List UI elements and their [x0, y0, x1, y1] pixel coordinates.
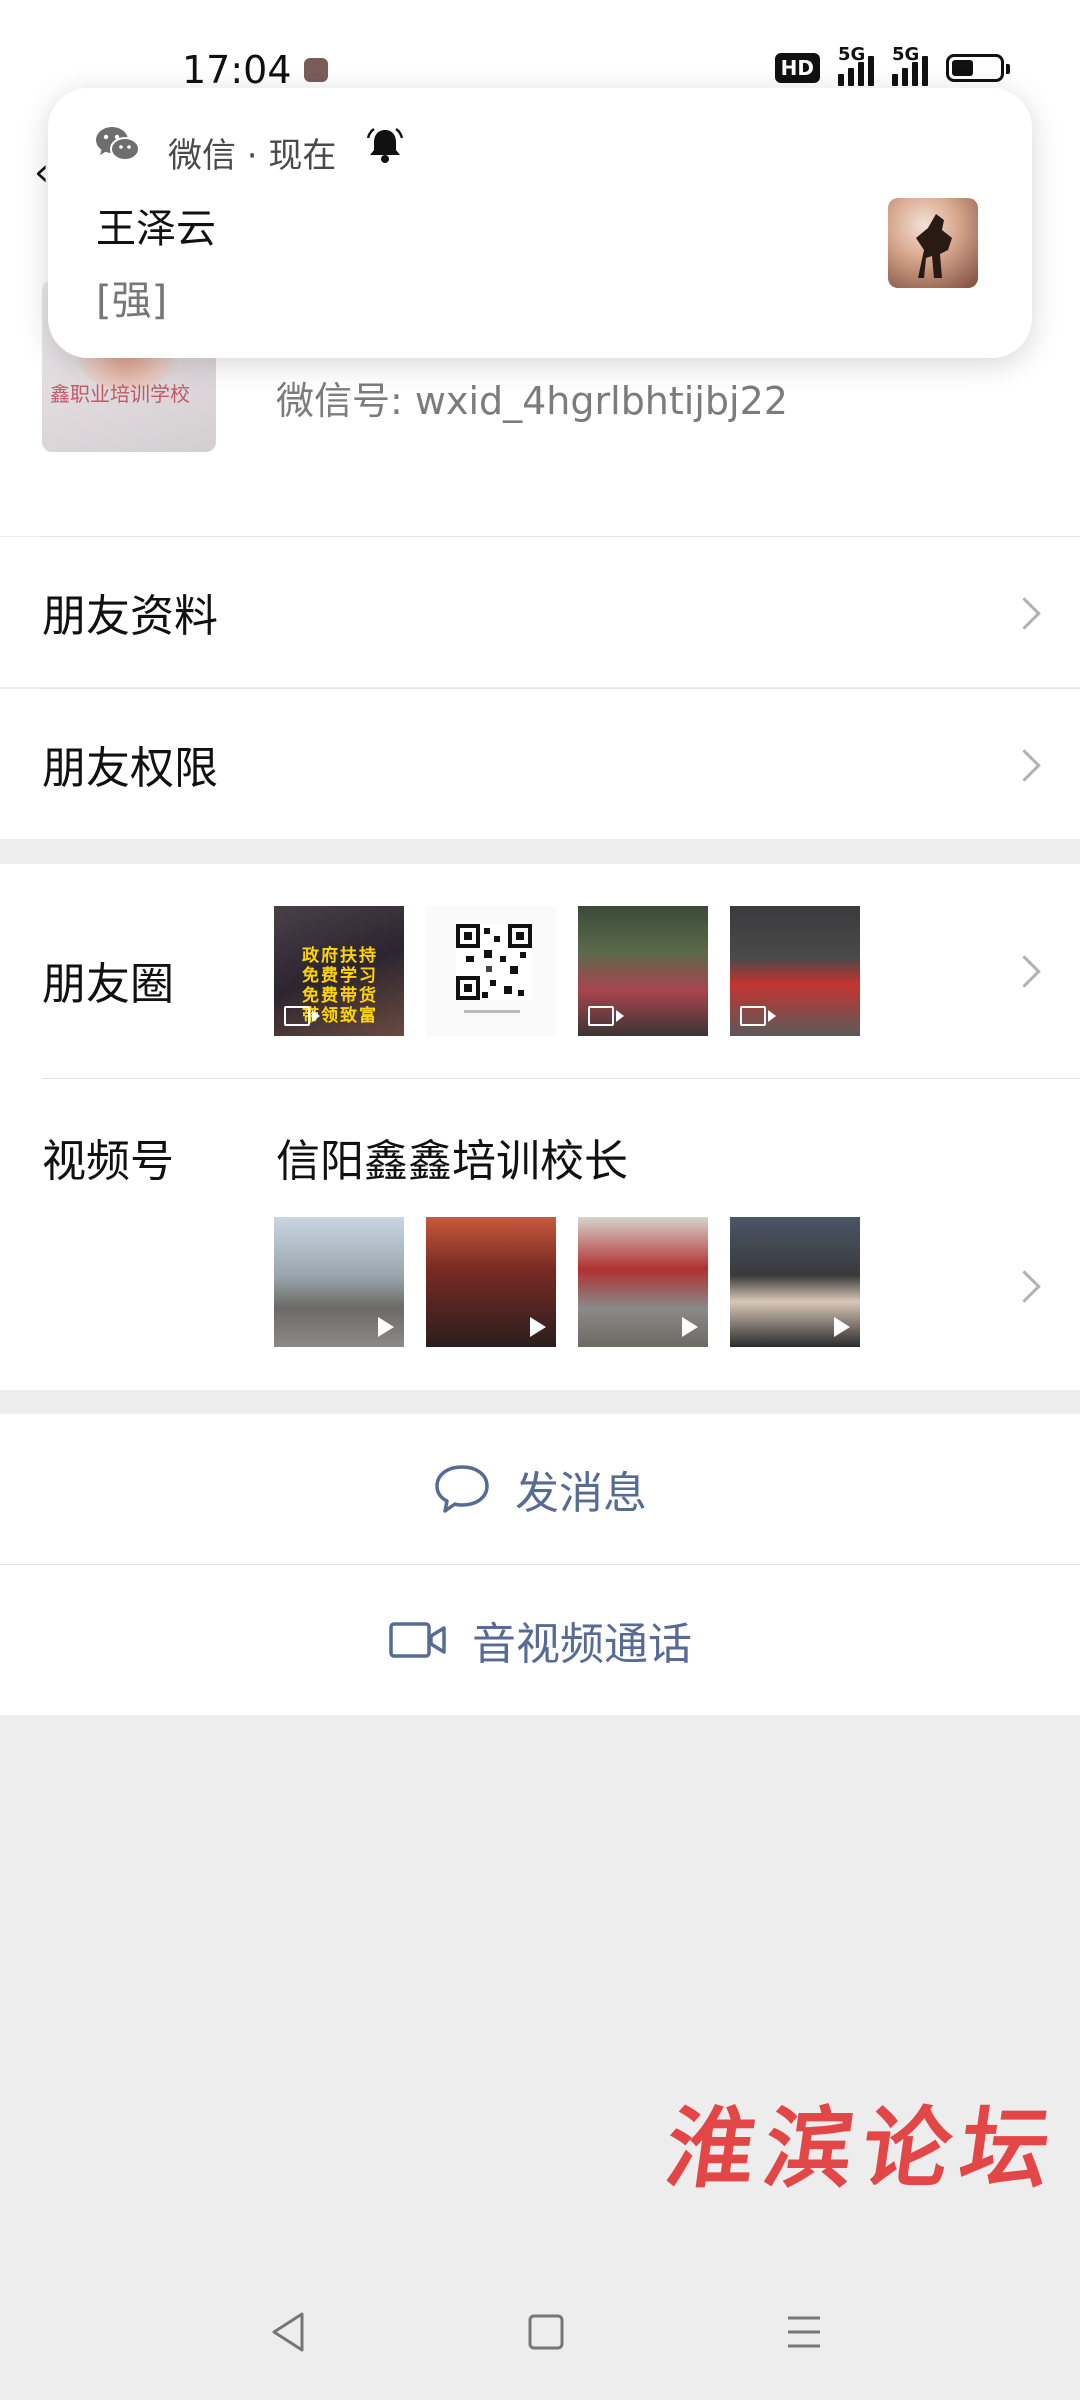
moments-thumb: [578, 906, 708, 1036]
bell-icon: [366, 126, 404, 168]
moments-thumb: 政府扶持 免费学习 免费带货 带领致富: [274, 906, 404, 1036]
notification-app-icon: [304, 58, 328, 82]
play-icon: [378, 1317, 394, 1337]
avatar-caption: 鑫职业培训学校: [50, 382, 190, 406]
section-gap: [0, 839, 1080, 864]
status-icons: HD 5G 5G: [774, 44, 1010, 86]
send-message-label: 发消息: [515, 1468, 647, 1519]
friend-permissions-row[interactable]: 朋友权限: [0, 689, 1080, 839]
nav-menu-icon[interactable]: [784, 2310, 824, 2358]
status-time: 17:04: [182, 48, 292, 92]
play-icon: [682, 1317, 698, 1337]
channel-video-thumb: [274, 1217, 404, 1347]
chevron-right-icon: [1008, 955, 1041, 988]
channel-video-thumb: [578, 1217, 708, 1347]
video-icon: [740, 1006, 776, 1026]
nav-back-icon[interactable]: [268, 2310, 308, 2358]
video-icon: [284, 1006, 320, 1026]
av-call-button[interactable]: 音视频通话: [0, 1565, 1080, 1715]
friend-info-label: 朋友资料: [42, 591, 218, 642]
hd-voice-icon: HD: [774, 53, 820, 83]
moments-thumb: [730, 906, 860, 1036]
notification-app-name: 微信 · 现在: [168, 136, 337, 176]
notification-message: [强]: [96, 278, 168, 324]
av-call-label: 音视频通话: [472, 1619, 692, 1670]
chevron-right-icon: [1008, 749, 1041, 782]
play-icon: [834, 1317, 850, 1337]
chat-bubble-icon: [435, 1465, 489, 1513]
notification-card[interactable]: 微信 · 现在 王泽云 [强]: [48, 88, 1032, 358]
section-gap: [0, 1390, 1080, 1414]
channels-row[interactable]: 视频号 信阳鑫鑫培训校长: [0, 1079, 1080, 1390]
notification-sender: 王泽云: [96, 206, 216, 252]
signal-5g-icon: 5G: [838, 44, 874, 86]
moments-label: 朋友圈: [42, 959, 174, 1010]
wechat-icon: [94, 124, 142, 168]
nav-home-icon[interactable]: [526, 2310, 566, 2358]
video-camera-icon: [389, 1622, 446, 1658]
battery-icon: [946, 54, 1010, 82]
channels-label: 视频号: [42, 1136, 174, 1187]
channel-video-thumb: [730, 1217, 860, 1347]
notification-sender-avatar: [888, 198, 978, 288]
moments-row[interactable]: 朋友圈 政府扶持 免费学习 免费带货 带领致富: [0, 864, 1080, 1078]
chevron-right-icon: [1008, 597, 1041, 630]
battery-fill: [952, 60, 973, 76]
moments-thumb-qrcode: [426, 906, 556, 1036]
qr-code-icon: [456, 924, 532, 1013]
watermark-text: 淮滨论坛: [659, 2096, 1067, 2200]
signal-5g-icon-2: 5G: [892, 44, 928, 86]
chevron-right-icon: [1008, 1270, 1041, 1303]
friend-permissions-label: 朋友权限: [42, 743, 218, 794]
signal-5g-label-2: 5G: [892, 44, 920, 65]
channel-video-thumb: [426, 1217, 556, 1347]
friend-info-row[interactable]: 朋友资料: [0, 537, 1080, 687]
play-icon: [530, 1317, 546, 1337]
video-icon: [588, 1006, 624, 1026]
channel-name: 信阳鑫鑫培训校长: [276, 1136, 628, 1187]
system-nav-bar: [0, 2270, 1080, 2400]
back-arrow-icon[interactable]: ‹: [34, 150, 49, 194]
signal-5g-label: 5G: [838, 44, 866, 65]
send-message-button[interactable]: 发消息: [0, 1414, 1080, 1564]
wechat-id: 微信号: wxid_4hgrlbhtijbj22: [276, 379, 788, 423]
